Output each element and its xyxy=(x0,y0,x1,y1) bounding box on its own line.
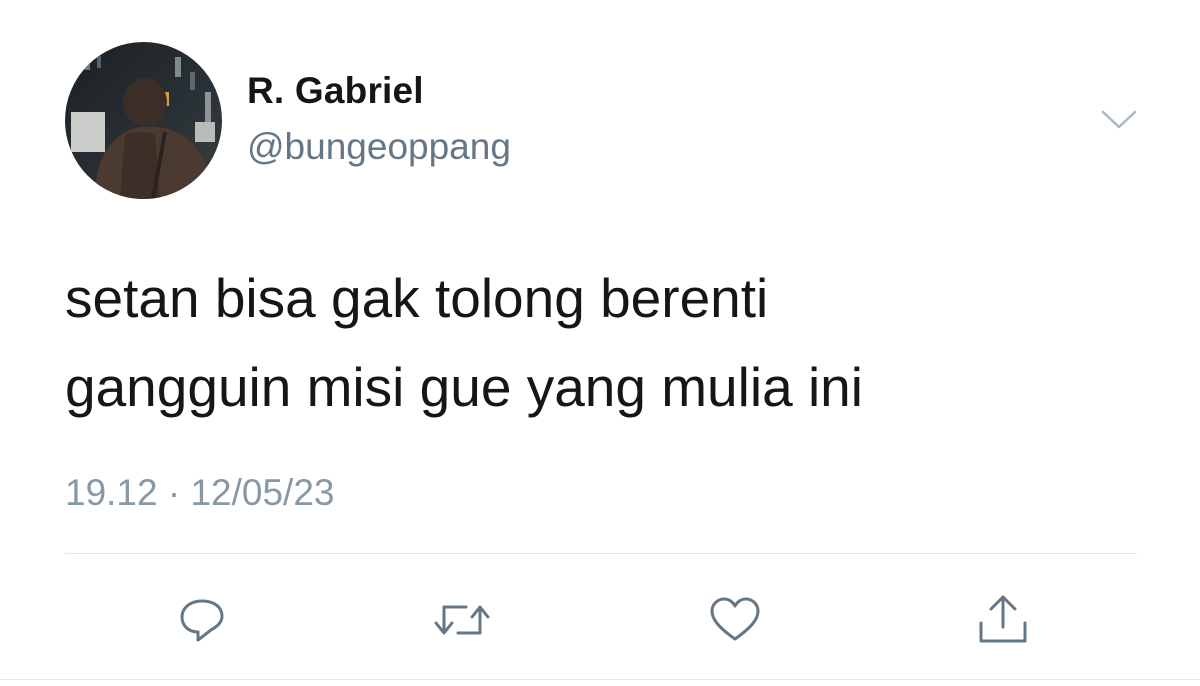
divider xyxy=(65,553,1137,554)
timestamp[interactable]: 19.12 · 12/05/23 xyxy=(65,472,335,514)
reply-button[interactable] xyxy=(172,590,232,650)
share-icon xyxy=(979,595,1027,643)
bottom-divider xyxy=(0,679,1200,680)
reply-icon xyxy=(180,599,224,642)
display-name[interactable]: R. Gabriel xyxy=(247,70,424,112)
tweet-card: R. Gabriel @bungeoppang setan bisa gak t… xyxy=(0,0,1200,686)
tweet-text: setan bisa gak tolong berenti gangguin m… xyxy=(65,267,863,418)
chevron-down-icon[interactable] xyxy=(1097,100,1141,140)
like-button[interactable] xyxy=(705,590,765,650)
user-handle[interactable]: @bungeoppang xyxy=(247,126,511,168)
share-button[interactable] xyxy=(973,590,1033,650)
heart-icon xyxy=(710,597,760,641)
avatar[interactable] xyxy=(65,42,222,199)
retweet-icon xyxy=(434,605,490,635)
retweet-button[interactable] xyxy=(432,590,492,650)
